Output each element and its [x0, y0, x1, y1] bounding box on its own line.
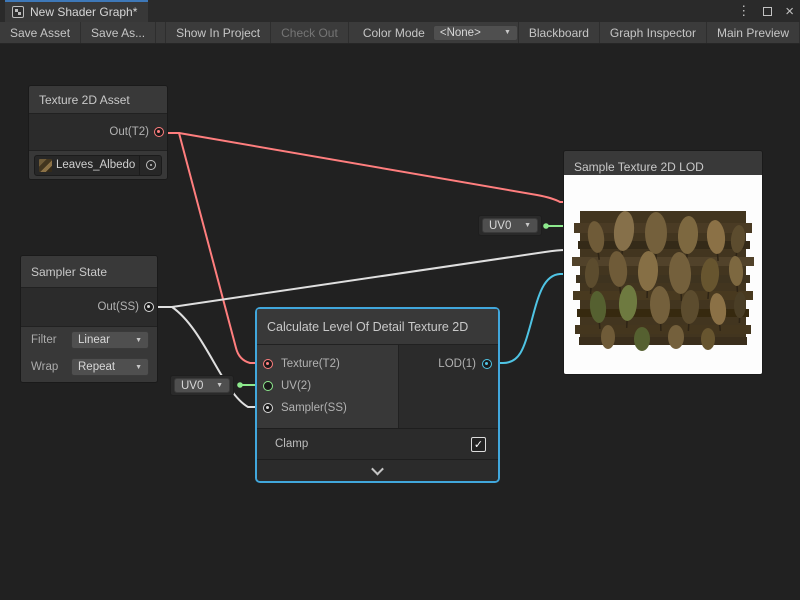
- chevron-down-icon: ▼: [129, 364, 142, 371]
- texture-object-field[interactable]: Leaves_Albedo: [34, 155, 162, 176]
- maximize-icon[interactable]: [763, 7, 772, 16]
- close-icon[interactable]: ×: [785, 3, 794, 20]
- chevron-down-icon: ▼: [518, 222, 531, 229]
- port-out-lod[interactable]: [482, 359, 492, 369]
- graph-toolbar: Save Asset Save As... Show In Project Ch…: [0, 22, 800, 44]
- color-mode-label: Color Mode: [349, 22, 433, 43]
- show-in-project-button[interactable]: Show In Project: [165, 22, 271, 43]
- texture-preview-image: [572, 197, 754, 355]
- node-expand-button[interactable]: [257, 459, 498, 481]
- node-calculate-lod-texture-2d[interactable]: Calculate Level Of Detail Texture 2D Tex…: [255, 307, 500, 483]
- window-titlebar: New Shader Graph* ⋮ ×: [0, 0, 800, 22]
- port-label-uv: UV(2): [281, 380, 311, 392]
- chevron-down-icon: [371, 463, 384, 476]
- port-in-texture[interactable]: [263, 359, 273, 369]
- port-label-out-ss: Out(SS): [97, 301, 139, 313]
- blackboard-toggle-button[interactable]: Blackboard: [518, 22, 600, 43]
- shader-graph-asset-icon: [12, 6, 24, 18]
- uv-channel-widget-sample: UV0 ▼: [478, 215, 542, 236]
- uv-channel-widget-calculate: UV0 ▼: [170, 375, 234, 396]
- chevron-down-icon: ▼: [129, 337, 142, 344]
- chevron-down-icon: ▼: [210, 382, 223, 389]
- node-sampler-state[interactable]: Sampler State Out(SS) Filter Linear ▼ Wr…: [20, 255, 158, 383]
- color-mode-dropdown[interactable]: <None> ▼: [433, 25, 518, 41]
- window-menu-icon[interactable]: ⋮: [737, 3, 750, 19]
- port-out-ss[interactable]: [144, 302, 154, 312]
- node-title[interactable]: Sampler State: [21, 256, 157, 288]
- tab-new-shader-graph[interactable]: New Shader Graph*: [5, 0, 148, 22]
- node-preview: [564, 175, 762, 374]
- port-label-lod-out: LOD(1): [438, 358, 476, 370]
- checkbox-check-icon: ✓: [474, 438, 483, 451]
- node-title[interactable]: Calculate Level Of Detail Texture 2D: [257, 309, 498, 345]
- chevron-down-icon: ▼: [498, 29, 511, 36]
- graph-inspector-toggle-button[interactable]: Graph Inspector: [600, 22, 707, 43]
- save-asset-button[interactable]: Save Asset: [0, 22, 81, 43]
- object-picker-button[interactable]: [139, 156, 161, 175]
- main-preview-toggle-button[interactable]: Main Preview: [707, 22, 800, 43]
- filter-dropdown[interactable]: Linear ▼: [71, 331, 149, 349]
- node-title[interactable]: Texture 2D Asset: [29, 86, 167, 114]
- clamp-checkbox[interactable]: ✓: [471, 437, 486, 452]
- clamp-label: Clamp: [275, 438, 308, 450]
- port-label-out-t2: Out(T2): [109, 126, 149, 138]
- wrap-label: Wrap: [31, 361, 58, 373]
- uv0-dropdown[interactable]: UV0 ▼: [174, 378, 230, 393]
- port-label-texture: Texture(T2): [281, 358, 340, 370]
- tab-title: New Shader Graph*: [30, 5, 137, 19]
- port-label-sampler: Sampler(SS): [281, 402, 347, 414]
- object-picker-icon: [146, 160, 156, 170]
- filter-label: Filter: [31, 334, 57, 346]
- port-in-uv[interactable]: [263, 381, 273, 391]
- port-in-sampler[interactable]: [263, 403, 273, 413]
- node-texture-2d-asset[interactable]: Texture 2D Asset Out(T2) Leaves_Albedo: [28, 85, 168, 180]
- check-out-button: Check Out: [271, 22, 349, 43]
- texture-thumbnail-icon: [39, 159, 52, 172]
- wrap-dropdown[interactable]: Repeat ▼: [71, 358, 149, 376]
- texture-field-value: Leaves_Albedo: [56, 159, 139, 171]
- save-as-button[interactable]: Save As...: [81, 22, 156, 43]
- node-sample-texture-2d-lod[interactable]: Sample Texture 2D LOD Texture(T2) UV(2) …: [563, 150, 763, 375]
- port-out-t2[interactable]: [154, 127, 164, 137]
- uv0-dropdown[interactable]: UV0 ▼: [482, 218, 538, 233]
- shader-graph-window: New Shader Graph* ⋮ × Save Asset Save As…: [0, 0, 800, 600]
